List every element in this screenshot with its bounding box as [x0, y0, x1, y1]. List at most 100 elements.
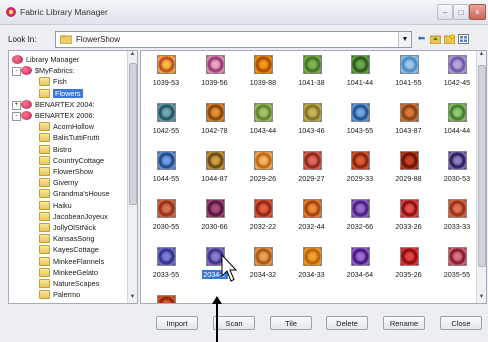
fabric-label[interactable]: 2030-53 [436, 174, 478, 183]
tree-item[interactable]: Giverny [39, 177, 78, 188]
collapse-icon[interactable]: - [12, 67, 21, 77]
scrollbar-thumb[interactable] [478, 65, 486, 267]
fabric-swatch[interactable] [351, 199, 370, 218]
fabric-label[interactable]: 1041-55 [388, 78, 430, 87]
fabric-label[interactable]: 1041-44 [339, 78, 381, 87]
fabric-swatch[interactable] [448, 247, 467, 266]
fabric-swatch[interactable] [157, 199, 176, 218]
fabric-label[interactable]: 1039-53 [145, 78, 187, 87]
fabric-label[interactable]: 1042-55 [145, 126, 187, 135]
fabric-label[interactable]: 2034-33 [291, 270, 333, 279]
fabric-thumbnail-grid[interactable]: 1039-53 1039-56 1039-88 1041-38 1041-44 1041-… [140, 50, 487, 304]
fabric-label[interactable]: 2029-33 [339, 174, 381, 183]
close-button[interactable]: Close [440, 316, 482, 330]
minimize-button[interactable]: – [437, 4, 453, 20]
fabric-label[interactable]: 2035-55 [436, 270, 478, 279]
fabric-swatch[interactable] [351, 103, 370, 122]
fabric-swatch[interactable] [302, 199, 322, 218]
new-folder-icon[interactable] [444, 33, 455, 44]
fabric-swatch[interactable] [302, 247, 322, 266]
chevron-down-icon[interactable]: ▼ [398, 32, 411, 47]
fabric-label[interactable]: 1039-56 [194, 78, 236, 87]
fabric-label[interactable]: 1043-46 [291, 126, 333, 135]
fabric-swatch[interactable] [448, 151, 467, 170]
fabric-label[interactable]: 2029-27 [291, 174, 333, 183]
collapse-icon[interactable]: - [12, 112, 21, 121]
tree-item[interactable]: Grandma'sHouse [39, 188, 110, 199]
tree-item[interactable]: JacobeanJoyeux [39, 211, 108, 222]
fabric-swatch[interactable] [351, 55, 370, 74]
scroll-up-icon[interactable]: ▲ [128, 51, 137, 60]
scrollbar-thumb[interactable] [129, 63, 137, 205]
fabric-label[interactable]: 2033-26 [388, 222, 430, 231]
fabric-label[interactable]: 2033-33 [436, 222, 478, 231]
fabric-swatch[interactable] [254, 103, 273, 122]
fabric-label[interactable]: 2032-44 [291, 222, 333, 231]
fabric-label[interactable]: 2029-26 [242, 174, 284, 183]
back-arrow-icon[interactable]: ⬅ [416, 33, 427, 44]
fabric-label[interactable]: 1042-78 [194, 126, 236, 135]
tree-item[interactable]: FlowerShow [39, 166, 93, 177]
expand-icon[interactable]: + [12, 100, 21, 110]
tree-item[interactable]: BalisTuttiFrutti [39, 132, 99, 143]
delete-button[interactable]: Delete [326, 316, 368, 330]
fabric-swatch[interactable] [157, 295, 176, 303]
fabric-label[interactable]: 1044-55 [145, 174, 187, 183]
scroll-down-icon[interactable]: ▼ [128, 294, 137, 303]
fabric-label[interactable]: 2030-55 [145, 222, 187, 231]
tree-item[interactable]: Fish [39, 76, 67, 87]
fabric-label[interactable]: 1039-88 [242, 78, 284, 87]
fabric-swatch[interactable] [399, 151, 419, 170]
fabric-swatch[interactable] [254, 55, 273, 74]
fabric-label[interactable]: 1044-44 [436, 126, 478, 135]
rename-button[interactable]: Rename [383, 316, 425, 330]
tree-item[interactable]: - $MyFabrics: [12, 65, 75, 77]
fabric-label[interactable]: 1044-87 [194, 174, 236, 183]
fabric-label[interactable]: 1043-44 [242, 126, 284, 135]
fabric-swatch[interactable] [399, 247, 419, 266]
fabric-swatch[interactable] [157, 55, 176, 74]
look-in-dropdown[interactable]: FlowerShow ▼ [55, 31, 412, 48]
fabric-swatch[interactable] [205, 199, 225, 218]
tree-item[interactable]: MinkeeFlannels [39, 256, 104, 267]
fabric-swatch[interactable] [157, 151, 176, 170]
fabric-swatch[interactable] [205, 55, 225, 74]
fabric-swatch[interactable] [254, 199, 273, 218]
tree-item[interactable]: JollyOlStNick [39, 222, 96, 233]
fabric-swatch[interactable] [302, 55, 322, 74]
tree-item[interactable]: KayesCottage [39, 244, 99, 255]
tree-item[interactable]: MinkeeGelato [39, 267, 98, 278]
tree-item[interactable]: - BENARTEX 2006: [12, 110, 95, 121]
fabric-swatch[interactable] [254, 151, 273, 170]
fabric-label[interactable]: 1041-38 [291, 78, 333, 87]
fabric-swatch[interactable] [302, 151, 322, 170]
close-window-button[interactable]: × [469, 4, 486, 20]
import-button[interactable]: Import [156, 316, 198, 330]
grid-scrollbar[interactable]: ▲ ▼ [476, 51, 486, 303]
tree-item[interactable]: KansasSong [39, 233, 94, 244]
view-menu-icon[interactable] [458, 33, 469, 44]
tree-item[interactable]: Haiku [39, 200, 72, 211]
tree-item[interactable]: Palermo [39, 289, 80, 300]
tree-item[interactable]: AcornHollow [39, 121, 94, 132]
fabric-swatch[interactable] [399, 199, 419, 218]
fabric-label[interactable]: 1043-55 [339, 126, 381, 135]
fabric-swatch[interactable] [157, 103, 176, 122]
fabric-swatch[interactable] [351, 247, 370, 266]
fabric-label[interactable]: 1043-87 [388, 126, 430, 135]
fabric-swatch[interactable] [448, 103, 467, 122]
fabric-swatch[interactable] [205, 151, 225, 170]
fabric-label[interactable]: 2034-32 [242, 270, 284, 279]
up-folder-icon[interactable] [430, 33, 441, 44]
tree-item[interactable]: CountryCottage [39, 155, 104, 166]
tree-item[interactable]: NatureScapes [39, 278, 99, 289]
fabric-label[interactable]: 2032-66 [339, 222, 381, 231]
fabric-label[interactable]: 1042-45 [436, 78, 478, 87]
fabric-swatch[interactable] [205, 103, 225, 122]
tree-item[interactable]: Flowers [39, 88, 83, 99]
scroll-up-icon[interactable]: ▲ [477, 51, 486, 60]
fabric-swatch[interactable] [254, 247, 273, 266]
fabric-swatch[interactable] [399, 55, 419, 74]
fabric-label[interactable]: 2033-55 [145, 270, 187, 279]
fabric-swatch[interactable] [157, 247, 176, 266]
